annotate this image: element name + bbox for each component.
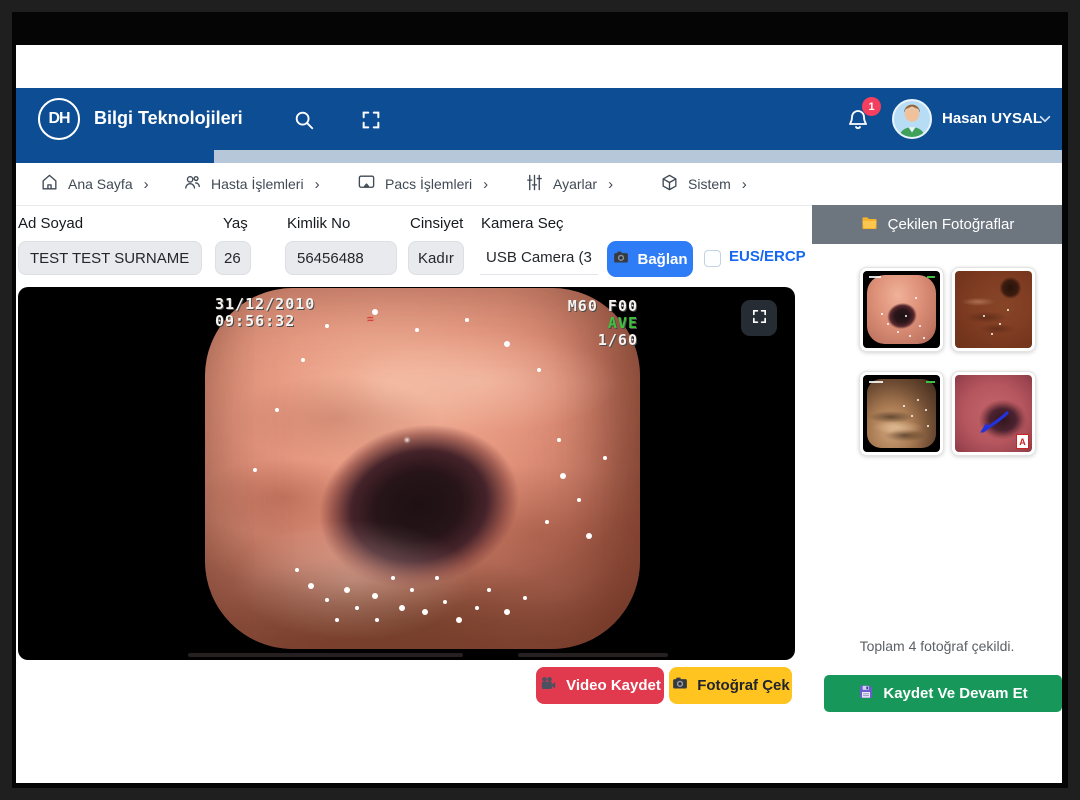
user-avatar[interactable] (892, 99, 932, 139)
app-header: DH Bilgi Teknolojileri 1 Hasan UYSAL (16, 88, 1062, 150)
camera-label: Kamera Seç (481, 215, 564, 232)
nav-item-hasta-islemleri[interactable]: Hasta İşlemleri › (183, 163, 320, 205)
app-page: DH Bilgi Teknolojileri 1 Hasan UYSAL (16, 45, 1062, 783)
folder-icon (860, 215, 879, 235)
nav-item-ana-sayfa[interactable]: Ana Sayfa › (40, 163, 149, 205)
nav-chevron-icon: › (742, 176, 747, 193)
photo-count-caption: Toplam 4 fotoğraf çekildi. (812, 638, 1062, 654)
take-photo-label: Fotoğraf Çek (697, 677, 790, 694)
photo-thumbnail-1[interactable] (859, 267, 944, 352)
logo-text: DH (48, 110, 69, 128)
record-video-button[interactable]: Video Kaydet (536, 667, 664, 704)
photo-marker-badge: A (1016, 434, 1029, 449)
red-annotation-mark: ≈ (366, 312, 374, 327)
save-and-continue-button[interactable]: Kaydet Ve Devam Et (824, 675, 1062, 712)
notification-badge: 1 (862, 97, 881, 116)
home-icon (40, 173, 59, 195)
name-label: Ad Soyad (18, 215, 83, 232)
gender-field[interactable] (408, 241, 464, 275)
monitor-icon (357, 173, 376, 195)
app-logo[interactable]: DH (38, 98, 80, 140)
floppy-disk-icon (858, 684, 874, 704)
nav-item-ayarlar[interactable]: Ayarlar › (525, 163, 613, 205)
connect-button[interactable]: Bağlan (607, 241, 693, 277)
foam-bubbles (233, 520, 473, 640)
video-time: 09:56:32 (215, 313, 315, 330)
user-name[interactable]: Hasan UYSAL (942, 110, 1042, 127)
video-fullscreen-button[interactable] (741, 300, 777, 336)
photo-thumbnail-2[interactable] (951, 267, 1036, 352)
expand-icon (751, 308, 768, 328)
gender-label: Cinsiyet (410, 215, 463, 232)
package-icon (660, 173, 679, 195)
camera-icon (671, 676, 689, 695)
captured-photos-title: Çekilen Fotoğraflar (888, 216, 1015, 233)
sliders-icon (525, 173, 544, 195)
video-mode: M60 F00 (568, 298, 638, 315)
endoscopy-photo-2 (955, 271, 1032, 348)
age-label: Yaş (223, 215, 248, 232)
nav-chevron-icon: › (608, 176, 613, 193)
captured-photos-header: Çekilen Fotoğraflar (812, 205, 1062, 244)
nav-chevron-icon: › (144, 176, 149, 193)
video-bottom-bar (188, 653, 463, 657)
nav-label: Hasta İşlemleri (211, 176, 304, 192)
id-field[interactable] (285, 241, 397, 275)
age-field[interactable] (215, 241, 251, 275)
brand-title: Bilgi Teknolojileri (94, 108, 243, 129)
endoscopy-photo-3 (863, 375, 940, 452)
id-label: Kimlik No (287, 215, 350, 232)
nav-chevron-icon: › (483, 176, 488, 193)
search-icon[interactable] (293, 109, 315, 131)
endoscopy-photo-4: A (955, 375, 1032, 452)
photo-thumbnail-3[interactable] (859, 371, 944, 456)
video-camera-icon (539, 676, 558, 696)
take-photo-button[interactable]: Fotoğraf Çek (669, 667, 792, 704)
nav-item-sistem[interactable]: Sistem › (660, 163, 747, 205)
video-ratio: 1/60 (568, 332, 638, 349)
horizontal-scrollbar[interactable] (16, 150, 1062, 163)
save-and-continue-label: Kaydet Ve Devam Et (883, 685, 1027, 702)
name-field[interactable] (18, 241, 202, 275)
video-status-overlay: M60 F00 AVE 1/60 (568, 298, 638, 349)
fullscreen-icon[interactable] (360, 109, 382, 131)
camera-select[interactable] (480, 241, 598, 275)
patients-icon (183, 173, 202, 195)
nav-chevron-icon: › (315, 176, 320, 193)
nav-label: Pacs İşlemleri (385, 176, 472, 192)
record-video-label: Video Kaydet (566, 677, 661, 694)
video-bottom-bar (518, 653, 668, 657)
video-timestamp: 31/12/2010 09:56:32 (215, 296, 315, 330)
nav-label: Ayarlar (553, 176, 597, 192)
endoscopy-photo-1 (863, 271, 940, 348)
scrollbar-thumb[interactable] (16, 150, 214, 163)
nav-label: Sistem (688, 176, 731, 192)
nav-label: Ana Sayfa (68, 176, 133, 192)
camera-icon (612, 250, 630, 269)
chevron-down-icon[interactable] (1038, 112, 1052, 131)
eus-ercp-checkbox[interactable] (704, 250, 721, 267)
video-date: 31/12/2010 (215, 296, 315, 313)
eus-ercp-label[interactable]: EUS/ERCP (729, 248, 806, 265)
endoscopy-video-feed: ≈ 31/12/2010 09:56:32 M60 F00 AVE 1/60 (18, 287, 795, 660)
captured-photos-panel: Çekilen Fotoğraflar (812, 205, 1062, 783)
nav-item-pacs-islemleri[interactable]: Pacs İşlemleri › (357, 163, 488, 205)
notification-bell-icon[interactable]: 1 (846, 106, 872, 134)
video-ave: AVE (568, 315, 638, 332)
photo-thumbnail-4[interactable]: A (951, 371, 1036, 456)
main-nav: Ana Sayfa › Hasta İşlemleri › Pacs İşlem… (16, 163, 1062, 206)
connect-button-label: Bağlan (637, 251, 687, 268)
